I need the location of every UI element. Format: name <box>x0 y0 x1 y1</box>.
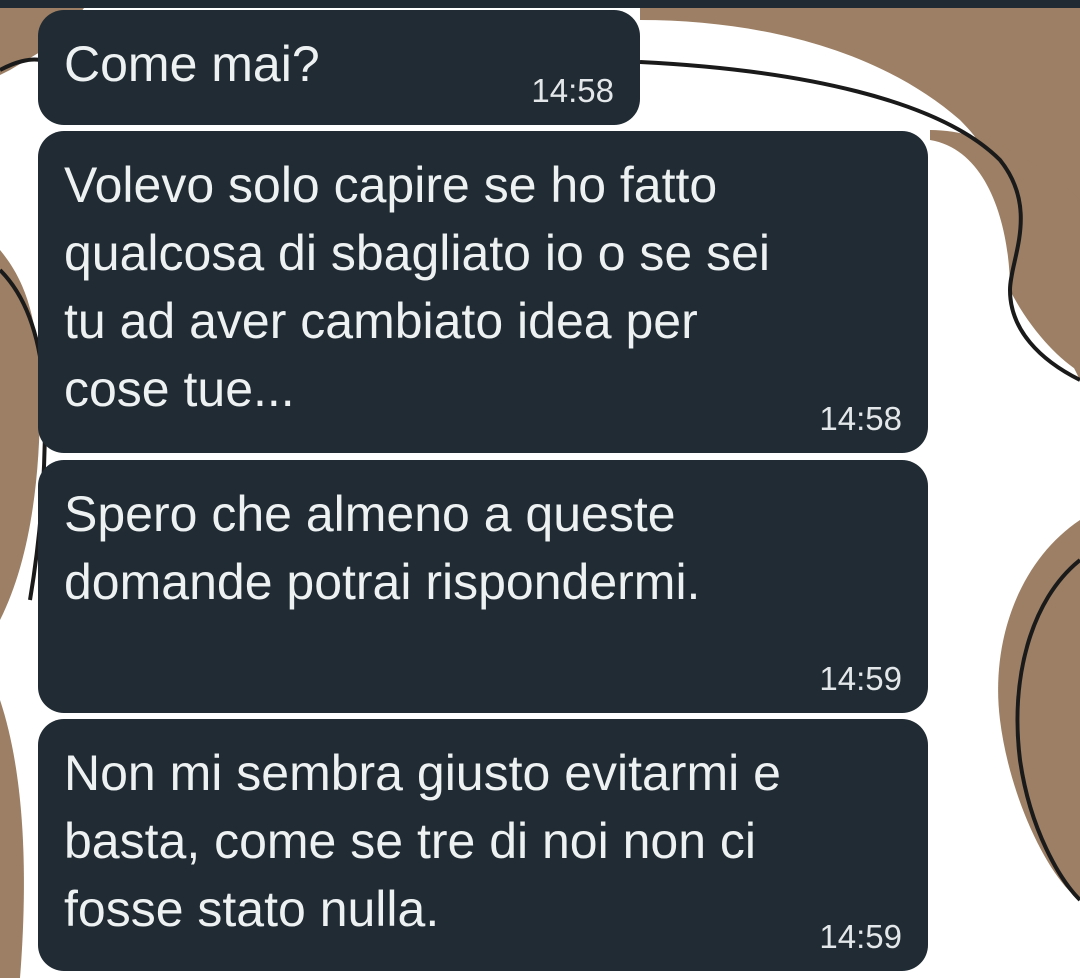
message-time: 14:58 <box>819 400 902 437</box>
message-time: 14:58 <box>531 72 614 109</box>
message-time: 14:59 <box>819 918 902 955</box>
message-text: Come mai? <box>64 36 320 92</box>
message-bubble[interactable]: Come mai? 14:58 <box>38 10 640 125</box>
message-bubble[interactable]: Spero che almeno a queste domande potrai… <box>38 460 928 713</box>
message-text: Volevo solo capire se ho fatto qualcosa … <box>64 157 771 417</box>
message-time: 14:59 <box>819 660 902 697</box>
message-bubble[interactable]: Non mi sembra giusto evitarmi e basta, c… <box>38 719 928 971</box>
message-bubble[interactable]: Volevo solo capire se ho fatto qualcosa … <box>38 131 928 453</box>
message-text: Non mi sembra giusto evitarmi e basta, c… <box>64 745 781 937</box>
message-text: Spero che almeno a queste domande potrai… <box>64 486 701 610</box>
top-edge <box>0 0 1080 8</box>
